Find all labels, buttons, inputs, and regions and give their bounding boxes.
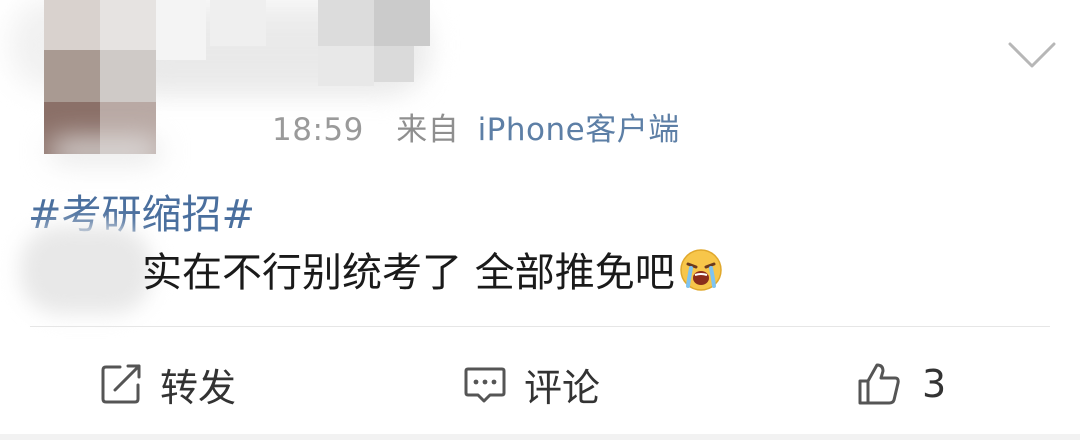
chevron-down-icon[interactable] bbox=[1006, 36, 1058, 76]
blurred-mention[interactable] bbox=[20, 226, 152, 314]
crying-emoji-icon bbox=[679, 249, 722, 291]
repost-icon bbox=[101, 364, 141, 404]
thumbs-up-icon bbox=[858, 363, 900, 405]
post-text: 实在不行别统考了 全部推免吧 bbox=[142, 250, 675, 296]
repost-button[interactable]: 转发 bbox=[98, 354, 236, 414]
repost-label: 转发 bbox=[160, 365, 237, 410]
weibo-post-card: 18:59 来自 iPhone客户端 #考研缩招# 实在不行别统考了 全部推免吧… bbox=[0, 0, 1080, 440]
post-body: 实在不行别统考了 全部推免吧 bbox=[142, 240, 723, 298]
like-button[interactable]: 3 bbox=[856, 354, 946, 414]
comment-button[interactable]: 评论 bbox=[462, 354, 600, 414]
post-meta: 18:59 来自 iPhone客户端 bbox=[272, 104, 680, 149]
comment-icon bbox=[464, 367, 506, 403]
post-time: 18:59 bbox=[272, 112, 364, 148]
bottom-separator bbox=[0, 434, 1080, 440]
post-source-client[interactable]: iPhone客户端 bbox=[478, 112, 680, 148]
divider bbox=[30, 326, 1050, 327]
like-count: 3 bbox=[922, 362, 947, 406]
comment-label: 评论 bbox=[524, 365, 601, 410]
post-source-prefix: 来自 bbox=[396, 112, 460, 148]
